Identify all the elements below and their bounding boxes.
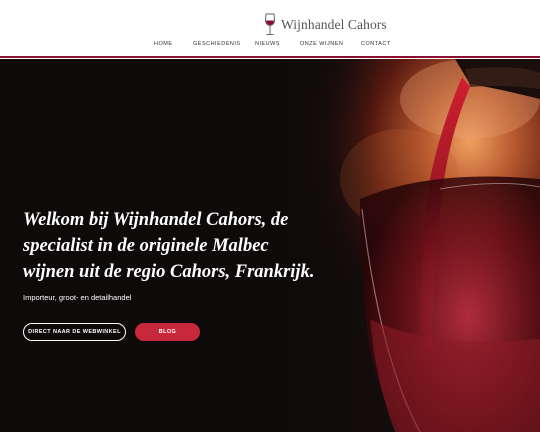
blog-button[interactable]: Blog: [135, 323, 200, 341]
hero-headline: Welkom bij Wijnhandel Cahors, de special…: [23, 210, 315, 282]
logo[interactable]: Wijnhandel Cahors: [262, 12, 387, 38]
wine-glass-icon: [264, 13, 276, 35]
webshop-button[interactable]: Direct naar de webwinkel: [23, 323, 126, 341]
nav-item-geschiedenis[interactable]: Geschiedenis: [193, 41, 241, 47]
hero-subline: Importeur, groot- en detailhandel: [23, 293, 132, 302]
nav-item-onze-wijnen[interactable]: Onze wijnen: [300, 41, 343, 47]
nav-item-home[interactable]: Home: [154, 41, 173, 47]
site-header: Wijnhandel Cahors Home Geschiedenis Nieu…: [0, 0, 540, 58]
brand-name: Wijnhandel Cahors: [281, 17, 387, 32]
nav-item-contact[interactable]: Contact: [361, 41, 391, 47]
hero-section: Welkom bij Wijnhandel Cahors, de special…: [0, 59, 540, 432]
nav-item-nieuws[interactable]: Nieuws: [255, 41, 280, 47]
main-nav: Home Geschiedenis Nieuws Onze wijnen Con…: [0, 41, 540, 51]
